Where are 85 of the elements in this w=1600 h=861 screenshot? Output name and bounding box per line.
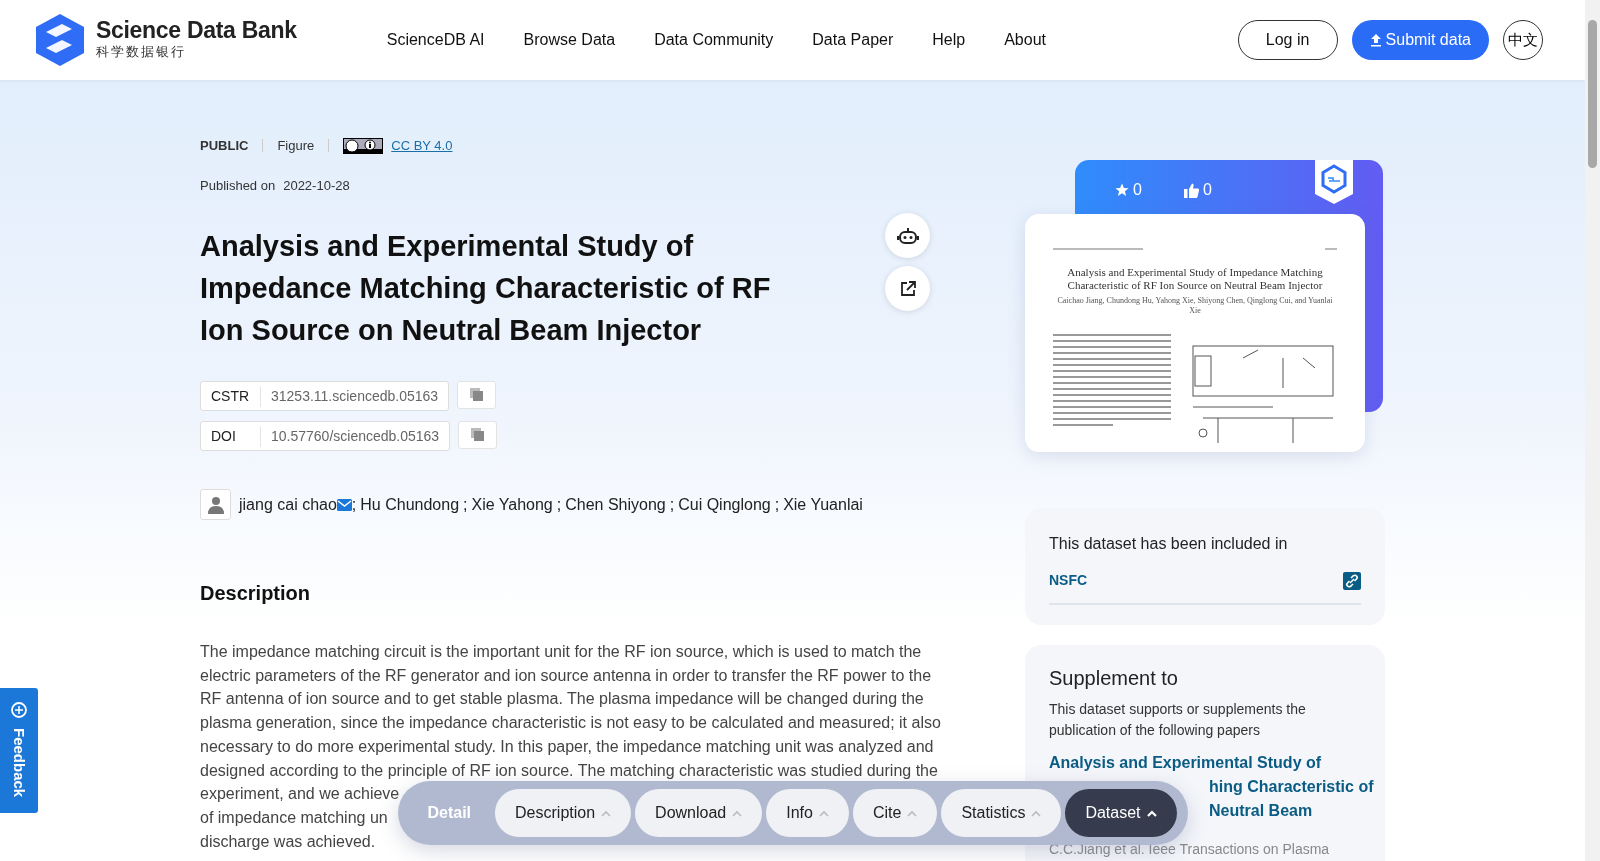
logo-subtitle: 科学数据银行	[96, 43, 187, 62]
citation-text: C.C.Jiang et al. Ieee Transactions on Plasma	[1049, 841, 1331, 857]
caret-up-icon	[1031, 809, 1042, 817]
author-separator: ;	[669, 494, 675, 515]
nav-link[interactable]: Data Community	[654, 28, 774, 52]
section-tab[interactable]: Description	[495, 789, 632, 837]
paper-link[interactable]: Neutral Beam	[1209, 799, 1313, 823]
collection-link[interactable]: NSFC	[1049, 570, 1088, 591]
dataset-title: Analysis and Experimental Study of Impedance Matching Characteristic of RF Ion Source on Neutral Beam Injector	[200, 229, 772, 348]
caret-up-icon	[818, 809, 829, 817]
caret-up-icon	[907, 809, 918, 817]
author-separator: ;	[351, 494, 357, 515]
upload-icon	[1369, 33, 1382, 47]
nav-link[interactable]: Browse Data	[523, 28, 616, 52]
supplement-heading: Supplement to	[1049, 666, 1179, 691]
copy-button[interactable]	[458, 421, 498, 449]
like-count: 0	[1202, 180, 1212, 200]
copy-icon	[469, 388, 484, 402]
identifier-value: 31253.11.sciencedb.05163	[270, 386, 440, 406]
description-text: necessary to do more experimental study. In this paper, the impedance matching unit was analyzed and	[200, 736, 934, 757]
feedback-icon	[9, 700, 29, 720]
submit-button[interactable]: Submit data	[1351, 20, 1489, 60]
badge-icon	[1315, 160, 1353, 204]
thumbs-up-icon	[1183, 182, 1199, 198]
section-tab[interactable]: Dataset	[1065, 789, 1177, 837]
author-name[interactable]: Hu Chundong	[360, 492, 460, 517]
nav-link[interactable]: ScienceDB AI	[386, 28, 485, 52]
paper-link[interactable]: Analysis and Experimental Study of	[1049, 751, 1322, 775]
description-heading: Description	[200, 581, 312, 606]
login-button[interactable]: Log in	[1237, 20, 1338, 60]
link-icon	[1343, 571, 1361, 590]
paper-link[interactable]: hing Characteristic of	[1209, 775, 1374, 799]
published-date: 2022-10-28	[283, 176, 350, 195]
author-name[interactable]: Cui Qinglong	[678, 492, 771, 517]
identifier-value: 10.57760/sciencedb.05163	[270, 426, 441, 446]
section-tab[interactable]: Statistics	[941, 789, 1062, 837]
preview-title: Analysis and Experimental Study of Impedance Matching Characteristic of RF Ion Source on Neutral Beam Injector	[1066, 266, 1324, 292]
language-button[interactable]: 中文	[1503, 20, 1543, 60]
star-icon	[1115, 183, 1129, 197]
author-name[interactable]: jiang cai chao	[239, 492, 337, 517]
description-text: experiment, and we achieve	[200, 784, 400, 805]
description-text: plasma generation, since the impedance characteristic is not easy to be calculated and measured; it also	[200, 713, 941, 734]
description-text: discharge was achieved.	[200, 831, 376, 852]
supplement-text: This dataset supports or supplements the publication of the following papers	[1049, 700, 1307, 740]
preview-authors: Caichao Jiang, Chundong Hu, Yahong Xie, Shiyong Chen, Qinglong Cui, and Yuanlai Xie	[1056, 296, 1334, 316]
nav-link[interactable]: Data Paper	[812, 28, 894, 52]
person-icon	[207, 495, 224, 514]
published-label: Published on	[200, 176, 276, 195]
description-text: of impedance matching un	[200, 807, 388, 828]
section-tab[interactable]: Info	[766, 789, 849, 837]
copy-icon	[470, 428, 485, 442]
description-text: The impedance matching circuit is the important unit for the RF ion source, which is used to match the	[200, 642, 922, 662]
nav-link[interactable]: Help	[932, 28, 966, 52]
favorite-count: 0	[1133, 180, 1142, 200]
author-name[interactable]: Chen Shiyong	[565, 492, 666, 517]
author-separator: ;	[556, 494, 562, 515]
scrollbar-thumb[interactable]	[1588, 20, 1597, 168]
ai-assistant-button[interactable]	[885, 213, 930, 258]
section-nav-label: Detail	[427, 803, 472, 823]
copy-button[interactable]	[457, 381, 497, 409]
section-tab[interactable]: Download	[635, 789, 763, 837]
share-button[interactable]	[885, 266, 930, 311]
identifier-label: CSTR	[201, 385, 261, 407]
share-icon	[898, 279, 917, 298]
cc-license-icon	[343, 137, 384, 154]
author-separator: ;	[774, 494, 780, 515]
description-text: electric parameters of the RF generator and ion source antenna in order to transfer the RF power to the	[200, 665, 932, 686]
author-separator: ;	[463, 494, 468, 515]
caret-up-icon	[732, 809, 743, 817]
included-heading: This dataset has been included in	[1049, 534, 1289, 554]
caret-up-icon	[601, 809, 612, 817]
type-label: Figure	[277, 137, 315, 155]
identifier-label: DOI	[201, 425, 261, 447]
description-text: RF antenna of ion source and to get stable plasma. The plasma impedance will be changed during the	[200, 689, 924, 710]
caret-up-icon	[1146, 809, 1157, 817]
author-name[interactable]: Xie Yuanlai	[783, 492, 863, 517]
logo-title: Science Data Bank	[96, 18, 297, 43]
access-label: PUBLIC	[200, 137, 249, 155]
section-tab[interactable]: Cite	[852, 789, 938, 837]
license-link[interactable]: CC BY 4.0	[391, 136, 453, 156]
robot-icon	[896, 225, 919, 246]
description-text: designed according to the principle of RF ion source. The matching characteristic was studied during the	[200, 760, 938, 781]
author-name[interactable]: Xie Yahong	[471, 492, 553, 517]
nav-link[interactable]: About	[1004, 28, 1046, 52]
feedback-button[interactable]: Feedback	[0, 688, 38, 813]
